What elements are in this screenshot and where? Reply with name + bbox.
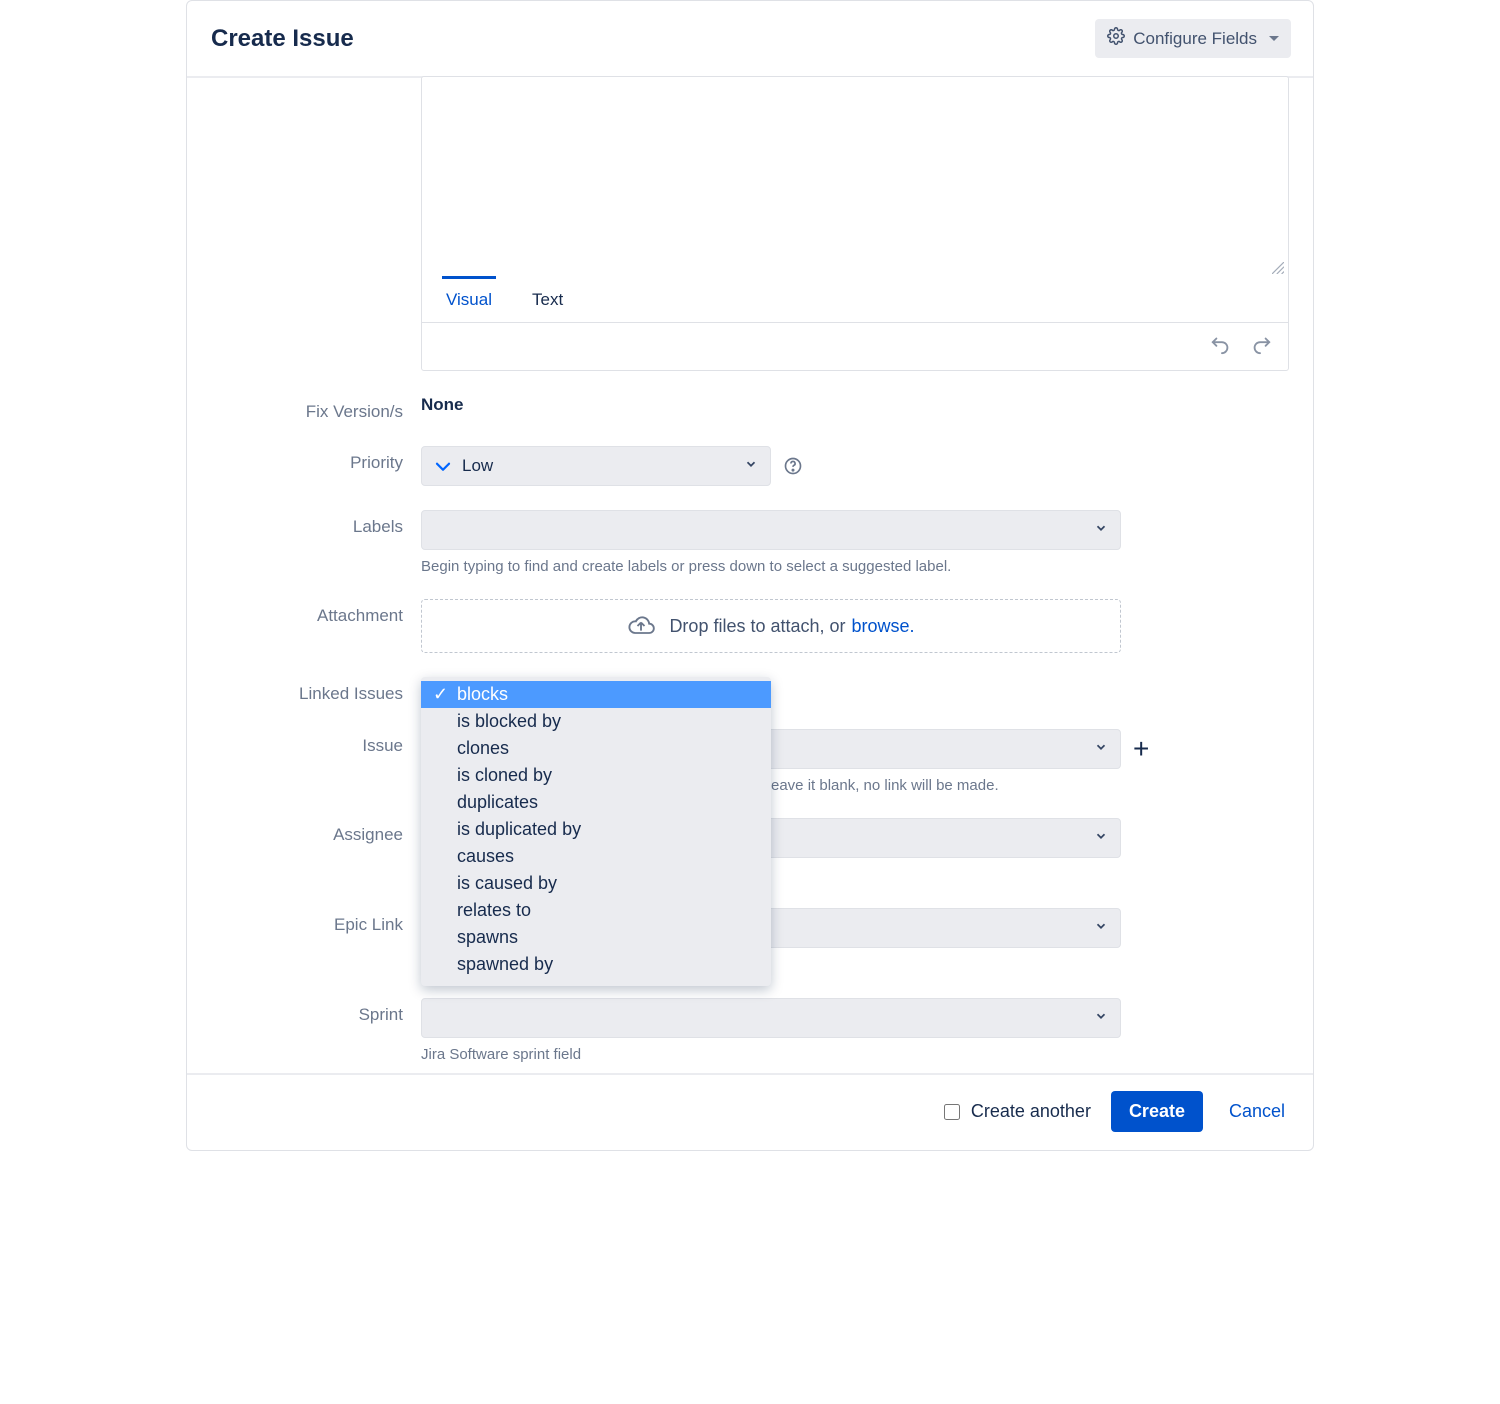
linked-issues-option[interactable]: duplicates (421, 789, 771, 816)
chevron-down-icon (1094, 1008, 1108, 1028)
tab-visual[interactable]: Visual (442, 276, 496, 322)
editor-tabs: Visual Text (422, 276, 1288, 323)
label-sprint: Sprint (211, 998, 421, 1025)
priority-low-icon (434, 457, 452, 475)
label-issue: Issue (211, 729, 421, 756)
attachment-browse-link[interactable]: browse. (852, 616, 915, 637)
description-textarea[interactable] (422, 77, 1288, 257)
chevron-down-icon (1094, 918, 1108, 938)
chevron-down-icon (1094, 828, 1108, 848)
chevron-down-icon (1094, 520, 1108, 540)
linked-issues-option[interactable]: clones (421, 735, 771, 762)
dropdown-item-label: is caused by (457, 873, 557, 894)
dialog-title: Create Issue (211, 25, 354, 53)
dropdown-item-label: spawned by (457, 954, 553, 975)
help-icon[interactable] (783, 456, 803, 476)
sprint-hint: Jira Software sprint field (421, 1046, 1289, 1063)
labels-hint: Begin typing to find and create labels o… (421, 558, 1289, 575)
redo-icon[interactable] (1250, 333, 1272, 360)
gear-icon (1107, 27, 1125, 50)
dialog-footer: Create another Create Cancel (187, 1073, 1313, 1150)
add-issue-button[interactable]: + (1133, 735, 1149, 763)
configure-fields-label: Configure Fields (1133, 29, 1257, 49)
chevron-down-icon (1094, 739, 1108, 759)
linked-issues-option[interactable]: spawned by (421, 951, 771, 978)
description-editor[interactable]: Visual Text (421, 76, 1289, 371)
cloud-upload-icon (627, 612, 655, 640)
linked-issues-option[interactable]: causes (421, 843, 771, 870)
attachment-dropzone[interactable]: Drop files to attach, or browse. (421, 599, 1121, 653)
dropdown-item-label: causes (457, 846, 514, 867)
create-another-input[interactable] (944, 1104, 960, 1120)
label-priority: Priority (211, 446, 421, 473)
linked-issues-option[interactable]: is caused by (421, 870, 771, 897)
linked-issues-dropdown[interactable]: ✓ blocks is blocked by clones is cloned by du… (421, 677, 771, 986)
create-button[interactable]: Create (1111, 1091, 1203, 1132)
tab-text[interactable]: Text (528, 276, 567, 322)
label-fix-versions: Fix Version/s (211, 395, 421, 422)
label-attachment: Attachment (211, 599, 421, 626)
configure-fields-button[interactable]: Configure Fields (1095, 19, 1291, 58)
linked-issues-option[interactable]: is cloned by (421, 762, 771, 789)
linked-issues-option[interactable]: relates to (421, 897, 771, 924)
dropdown-item-label: spawns (457, 927, 518, 948)
linked-issues-option[interactable]: ✓ blocks (421, 681, 771, 708)
linked-issues-option[interactable]: is blocked by (421, 708, 771, 735)
labels-select[interactable] (421, 510, 1121, 550)
create-another-label: Create another (971, 1101, 1091, 1122)
attachment-text: Drop files to attach, or (669, 616, 845, 637)
check-icon: ✓ (433, 684, 448, 705)
label-epic-link: Epic Link (211, 908, 421, 935)
fix-versions-value: None (421, 395, 464, 414)
dialog-body: Visual Text Fix Version/s Non (187, 78, 1313, 1073)
dropdown-item-label: duplicates (457, 792, 538, 813)
dropdown-item-label: relates to (457, 900, 531, 921)
chevron-down-icon (744, 456, 758, 476)
caret-down-icon (1269, 36, 1279, 41)
cancel-button[interactable]: Cancel (1223, 1100, 1291, 1123)
label-assignee: Assignee (211, 818, 421, 845)
dropdown-item-label: is cloned by (457, 765, 552, 786)
dialog-header: Create Issue Configure Fields (187, 1, 1313, 78)
create-another-checkbox[interactable]: Create another (940, 1101, 1091, 1123)
dropdown-item-label: is blocked by (457, 711, 561, 732)
create-issue-dialog: Create Issue Configure Fields (186, 0, 1314, 1151)
dropdown-item-label: is duplicated by (457, 819, 581, 840)
resize-handle-icon[interactable] (422, 262, 1288, 276)
label-linked-issues: Linked Issues (211, 677, 421, 704)
priority-select[interactable]: Low (421, 446, 771, 486)
linked-issues-option[interactable]: spawns (421, 924, 771, 951)
label-labels: Labels (211, 510, 421, 537)
priority-value: Low (462, 456, 493, 476)
sprint-select[interactable] (421, 998, 1121, 1038)
linked-issues-option[interactable]: is duplicated by (421, 816, 771, 843)
dropdown-item-label: blocks (457, 684, 508, 705)
undo-icon[interactable] (1210, 333, 1232, 360)
dropdown-item-label: clones (457, 738, 509, 759)
